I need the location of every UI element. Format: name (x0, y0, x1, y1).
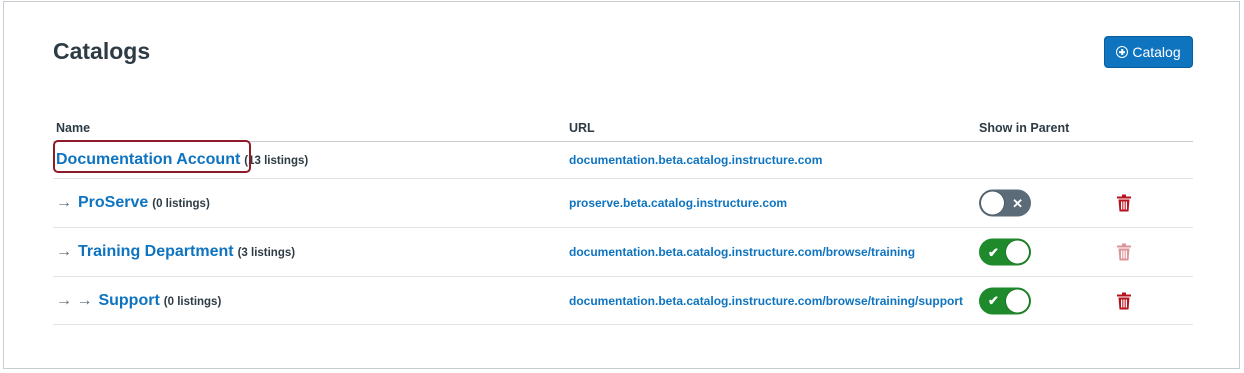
table-row: Documentation Account (13 listings) docu… (53, 140, 1193, 179)
show-in-parent-toggle[interactable]: ✔ (979, 287, 1031, 314)
catalog-name-link[interactable]: ProServe (78, 194, 148, 212)
check-icon: ✔ (988, 244, 999, 260)
catalog-url-link[interactable]: documentation.beta.catalog.instructure.c… (569, 245, 915, 259)
toggle-knob (1006, 240, 1029, 264)
trash-icon[interactable] (1117, 292, 1131, 309)
listing-count: (3 listings) (237, 247, 296, 259)
listing-count: (0 listings) (152, 198, 210, 210)
catalog-url-link[interactable]: documentation.beta.catalog.instructure.c… (569, 153, 822, 167)
listing-count: (0 listings) (163, 295, 222, 308)
catalog-name-cell: Documentation Account (13 listings) (53, 140, 309, 173)
arrow-right-icon: → (56, 194, 72, 211)
header-name: Name (56, 121, 91, 135)
plus-circle-icon (1116, 46, 1129, 58)
table-row: → ProServe (0 listings) proserve.beta.ca… (53, 179, 1193, 228)
arrow-right-icon: → (56, 243, 72, 260)
header-show-in-parent: Show in Parent (979, 121, 1070, 135)
catalog-name-cell: → ProServe (0 listings) (56, 194, 210, 212)
page-title: Catalogs (53, 38, 151, 64)
catalog-name-cell: → → Support (0 listings) (56, 292, 221, 310)
show-in-parent-toggle[interactable]: ✔ (979, 238, 1031, 266)
arrow-right-icon: → → (56, 291, 93, 309)
catalog-url-link[interactable]: documentation.beta.catalog.instructure.c… (569, 294, 963, 308)
table-row: → Training Department (3 listings) docum… (53, 228, 1193, 277)
catalog-name-link[interactable]: Support (98, 292, 159, 310)
table-row: → → Support (0 listings) documentation.b… (53, 277, 1193, 325)
listing-count: (13 listings) (244, 155, 309, 167)
table-header: Name URL Show in Parent (53, 117, 1193, 142)
x-icon: ✕ (1012, 195, 1023, 211)
check-icon: ✔ (988, 293, 999, 308)
catalogs-table: Name URL Show in Parent Documentation Ac… (53, 117, 1193, 325)
catalog-name-link[interactable]: Documentation Account (56, 151, 240, 169)
add-catalog-button[interactable]: Catalog (1104, 36, 1193, 68)
toggle-knob (1006, 289, 1029, 312)
toggle-knob (981, 191, 1004, 215)
add-catalog-label: Catalog (1132, 44, 1181, 60)
show-in-parent-toggle[interactable]: ✕ (979, 189, 1031, 217)
header-url: URL (569, 121, 595, 135)
catalog-url-link[interactable]: proserve.beta.catalog.instructure.com (569, 196, 787, 210)
catalog-name-cell: → Training Department (3 listings) (56, 243, 295, 261)
catalogs-panel: Catalogs Catalog Name URL Show in Parent… (3, 1, 1240, 369)
trash-icon[interactable] (1117, 194, 1131, 212)
catalog-name-link[interactable]: Training Department (78, 243, 234, 261)
trash-icon (1117, 243, 1131, 261)
